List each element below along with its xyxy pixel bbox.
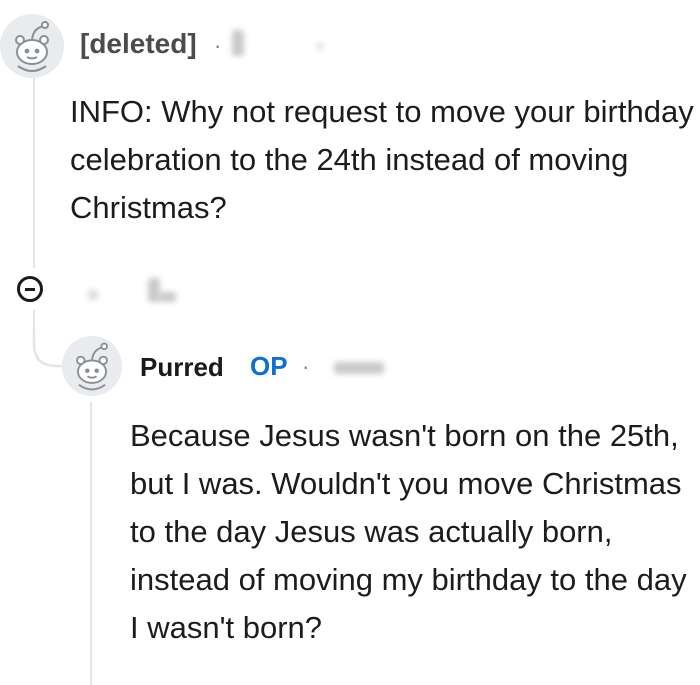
- avatar[interactable]: [62, 336, 122, 396]
- thread-line-main: [33, 78, 35, 268]
- separator-dot: ·: [214, 33, 222, 58]
- action-redacted: [158, 292, 176, 302]
- avatar[interactable]: [0, 14, 64, 78]
- reply-author[interactable]: Purred: [140, 352, 224, 383]
- thread-line-reply: [90, 402, 92, 685]
- comment-author[interactable]: [deleted]: [80, 28, 197, 60]
- action-redacted: [88, 290, 98, 300]
- collapse-minus-icon[interactable]: [17, 276, 43, 302]
- timestamp-redacted: [334, 362, 384, 374]
- timestamp-redacted: [232, 30, 244, 56]
- reddit-snoo-avatar-icon: [0, 14, 64, 78]
- comment-body: INFO: Why not request to move your birth…: [70, 94, 694, 225]
- separator-dot: ·: [302, 354, 310, 379]
- reddit-snoo-avatar-icon: [62, 336, 122, 396]
- reply-body: Because Jesus wasn't born on the 25th, b…: [130, 418, 687, 645]
- op-badge: OP: [250, 351, 288, 381]
- timestamp-redacted: [316, 42, 324, 50]
